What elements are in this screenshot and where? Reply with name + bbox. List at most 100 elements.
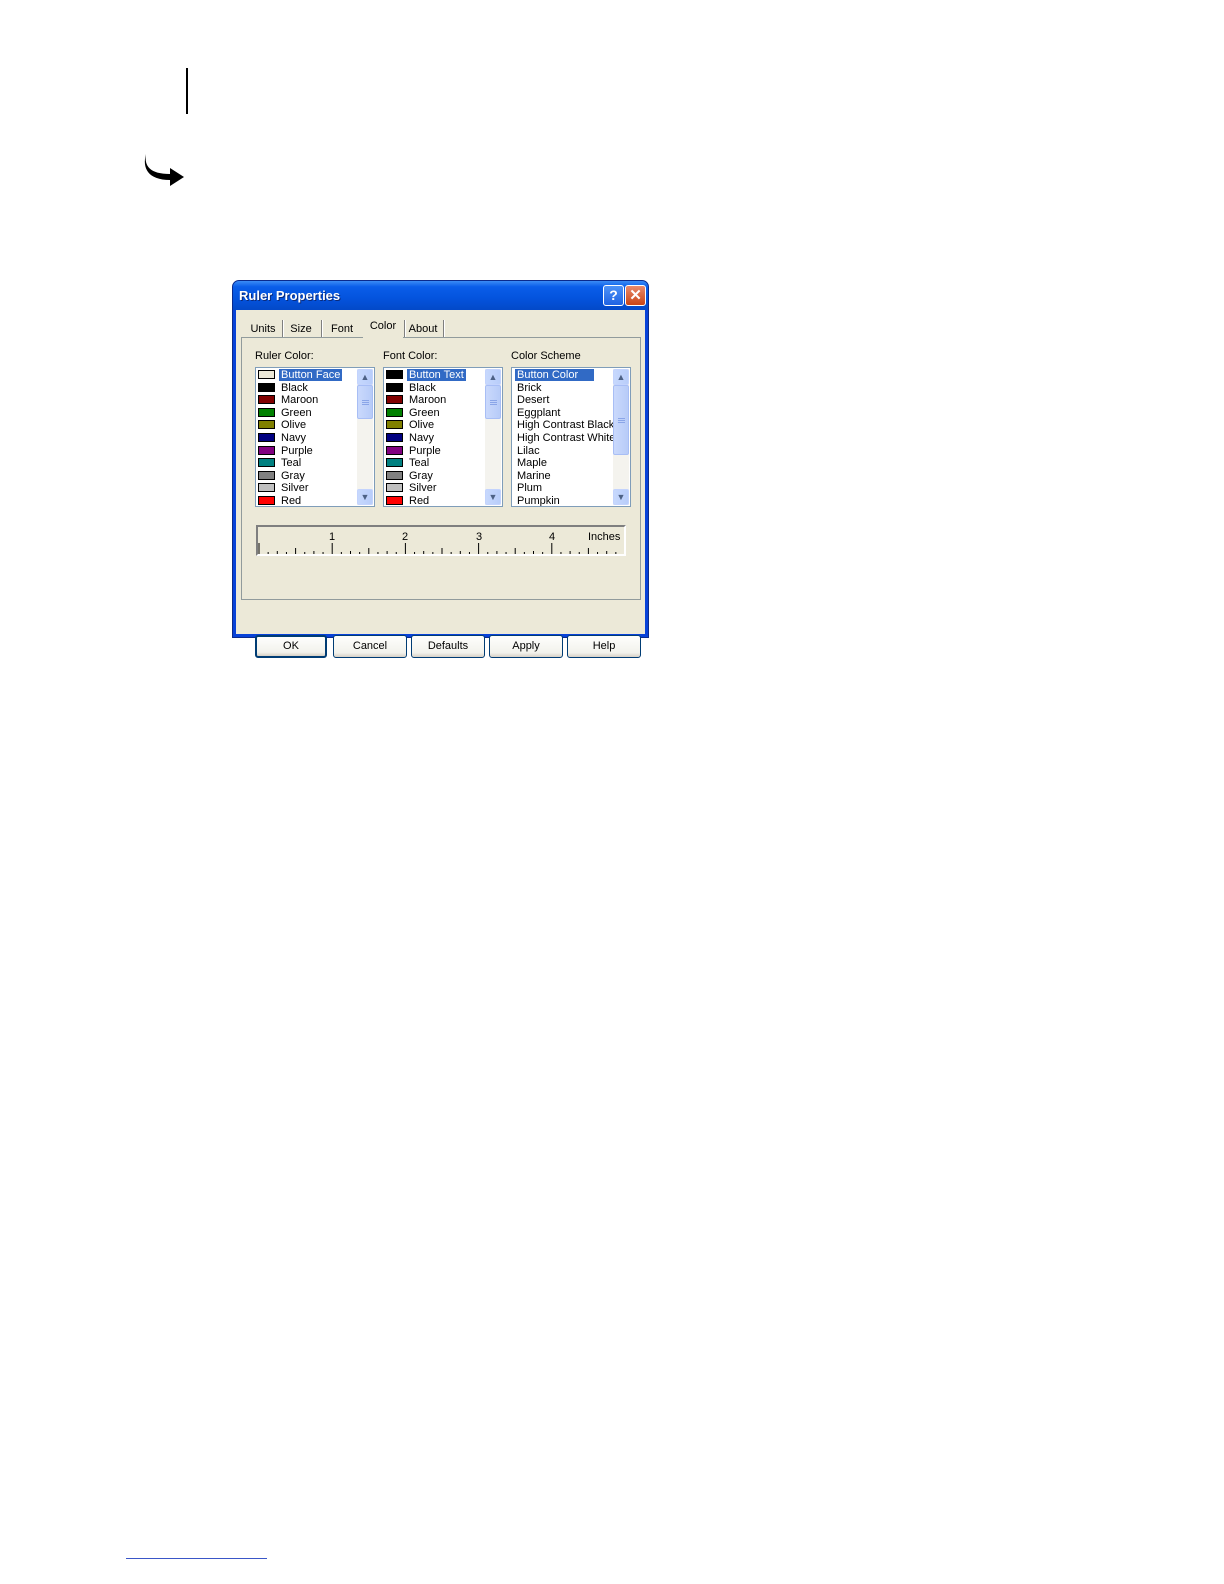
- ruler-units-label: Inches: [588, 531, 621, 543]
- color-swatch: [258, 370, 275, 379]
- color-swatch: [386, 407, 403, 417]
- list-item[interactable]: Eggplant: [513, 407, 613, 420]
- list-item[interactable]: Purple: [257, 445, 357, 458]
- dialog-client-area: Units Size Font Color About Ruler Color:…: [236, 310, 645, 658]
- list-item[interactable]: Maroon: [385, 394, 485, 407]
- list-item[interactable]: Silver: [257, 482, 357, 495]
- list-item[interactable]: Lilac: [513, 445, 613, 458]
- dialog-title: Ruler Properties: [239, 288, 341, 303]
- ruler-number: 3: [476, 531, 483, 543]
- list-item[interactable]: Red: [385, 495, 485, 506]
- tab-separator: [321, 320, 322, 338]
- list-item[interactable]: Maple: [513, 457, 613, 470]
- color-scheme-listbox[interactable]: Button Color Brick Desert Eggplant High …: [511, 367, 631, 507]
- scroll-down-icon[interactable]: ▼: [357, 489, 373, 505]
- list-item[interactable]: Button Color: [513, 369, 613, 382]
- list-item[interactable]: Purple: [385, 445, 485, 458]
- list-item[interactable]: High Contrast White: [513, 432, 615, 445]
- color-swatch: [258, 407, 275, 417]
- list-item[interactable]: Teal: [257, 457, 357, 470]
- ruler-number: 2: [402, 531, 409, 543]
- color-swatch: [386, 420, 403, 430]
- color-swatch: [258, 483, 275, 493]
- list-item[interactable]: High Contrast Black: [513, 419, 614, 432]
- list-item[interactable]: Gray: [385, 470, 485, 483]
- ruler-ticks: [258, 543, 617, 554]
- color-swatch: [386, 445, 403, 455]
- color-swatch: [258, 382, 275, 392]
- list-item[interactable]: Black: [385, 382, 485, 395]
- color-swatch: [258, 395, 275, 405]
- list-item[interactable]: Plum: [513, 482, 613, 495]
- list-item[interactable]: Button Face: [257, 369, 357, 382]
- color-scheme-label: Color Scheme: [511, 350, 581, 362]
- help-button[interactable]: Help: [567, 635, 641, 658]
- list-item[interactable]: Pumpkin: [513, 495, 613, 506]
- scrollbar-thumb[interactable]: [613, 385, 629, 455]
- color-swatch: [258, 470, 275, 480]
- list-item[interactable]: Gray: [257, 470, 357, 483]
- color-swatch: [386, 395, 403, 405]
- tab-about[interactable]: About: [405, 320, 441, 338]
- vertical-scrollbar[interactable]: ▲ ▼: [613, 369, 629, 505]
- color-swatch: [386, 458, 403, 468]
- scroll-down-icon[interactable]: ▼: [613, 489, 629, 505]
- list-item[interactable]: Marine: [513, 470, 613, 483]
- font-color-label: Font Color:: [383, 350, 438, 362]
- note-arrow-icon: [144, 154, 184, 186]
- list-item[interactable]: Green: [257, 407, 357, 420]
- apply-button[interactable]: Apply: [489, 635, 563, 658]
- scrollbar-thumb[interactable]: [357, 385, 373, 419]
- footer-rule: [126, 1558, 267, 1559]
- list-item[interactable]: Green: [385, 407, 485, 420]
- scrollbar-thumb[interactable]: [485, 385, 501, 419]
- scroll-down-icon[interactable]: ▼: [485, 489, 501, 505]
- ok-button[interactable]: OK: [255, 635, 327, 658]
- list-item[interactable]: Black: [257, 382, 357, 395]
- color-swatch: [386, 370, 403, 379]
- tab-units[interactable]: Units: [246, 320, 280, 338]
- color-swatch: [258, 432, 275, 442]
- vertical-scrollbar[interactable]: ▲ ▼: [357, 369, 373, 505]
- list-item[interactable]: Teal: [385, 457, 485, 470]
- list-item[interactable]: Red: [257, 495, 357, 506]
- list-item[interactable]: Brick: [513, 382, 613, 395]
- list-item[interactable]: Olive: [257, 419, 357, 432]
- scroll-up-icon[interactable]: ▲: [357, 369, 373, 385]
- list-item[interactable]: Desert: [513, 394, 613, 407]
- close-icon[interactable]: ✕: [625, 285, 646, 306]
- tab-separator: [443, 320, 444, 338]
- list-item[interactable]: Navy: [257, 432, 357, 445]
- list-item[interactable]: Navy: [385, 432, 485, 445]
- ruler-preview: 1 2 3 4 Inches: [256, 525, 626, 556]
- list-item[interactable]: Button Text: [385, 369, 485, 382]
- color-swatch: [258, 495, 275, 505]
- list-item[interactable]: Olive: [385, 419, 485, 432]
- tab-separator: [282, 320, 283, 338]
- vertical-scrollbar[interactable]: ▲ ▼: [485, 369, 501, 505]
- title-bar[interactable]: Ruler Properties ? ✕: [233, 281, 648, 310]
- color-swatch: [258, 445, 275, 455]
- cancel-button[interactable]: Cancel: [333, 635, 407, 658]
- ruler-properties-dialog: Ruler Properties ? ✕ Units Size Font Col…: [232, 280, 649, 658]
- ruler-number: 1: [329, 531, 336, 543]
- color-swatch: [386, 382, 403, 392]
- tab-size[interactable]: Size: [284, 320, 318, 338]
- color-swatch: [386, 483, 403, 493]
- list-item[interactable]: Silver: [385, 482, 485, 495]
- list-item[interactable]: Maroon: [257, 394, 357, 407]
- ruler-color-label: Ruler Color:: [255, 350, 314, 362]
- color-swatch: [258, 458, 275, 468]
- scroll-up-icon[interactable]: ▲: [485, 369, 501, 385]
- ruler-color-listbox[interactable]: Button Face Black Maroon Green Olive Nav…: [255, 367, 375, 507]
- defaults-button[interactable]: Defaults: [411, 635, 485, 658]
- color-swatch: [258, 420, 275, 430]
- margin-change-bar: [186, 68, 188, 114]
- tab-font[interactable]: Font: [323, 320, 361, 338]
- color-tab-panel: Ruler Color: Button Face Black Maroon Gr…: [241, 337, 641, 600]
- tab-color[interactable]: Color: [363, 317, 403, 338]
- help-title-button[interactable]: ?: [603, 285, 624, 306]
- font-color-listbox[interactable]: Button Text Black Maroon Green Olive Nav…: [383, 367, 503, 507]
- color-swatch: [386, 432, 403, 442]
- scroll-up-icon[interactable]: ▲: [613, 369, 629, 385]
